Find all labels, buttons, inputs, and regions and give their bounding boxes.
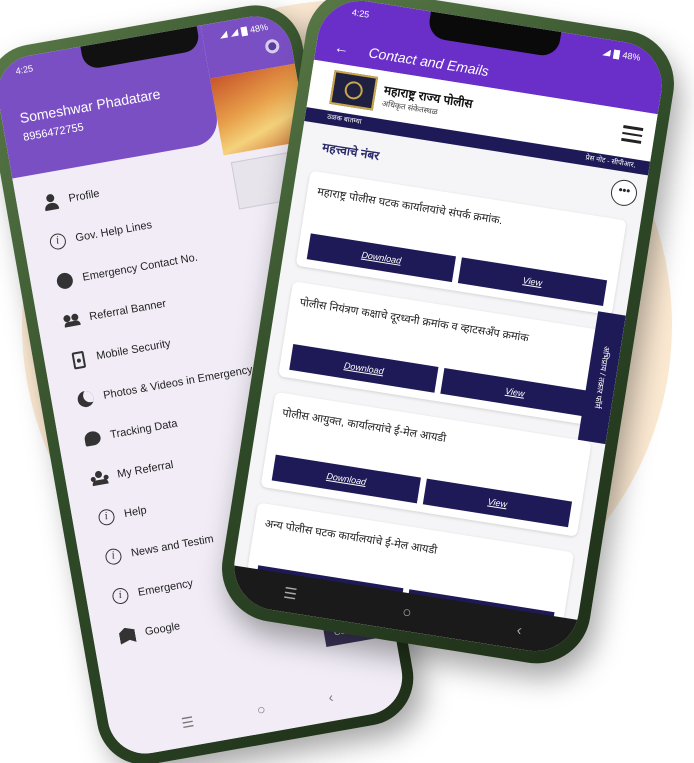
moon-icon [74,387,97,410]
referral-icon [88,466,111,489]
home-button[interactable]: ○ [401,603,413,621]
map-icon [116,624,139,647]
people-icon [60,309,83,332]
battery-level: 48% [249,21,269,35]
battery-icon [240,25,248,36]
back-button[interactable]: ‹ [327,689,334,706]
police-emblem-logo [329,70,379,111]
menu-item-label: Profile [67,187,101,205]
signal-icon-2 [230,29,239,37]
menu-item-label: Google [144,620,182,639]
recents-button[interactable]: ☰ [282,584,298,604]
signal-icon [602,48,611,56]
ticker-label: ठळक बातम्या [326,113,362,126]
battery-level: 48% [621,50,642,63]
disc-icon [53,269,76,292]
menu-item-label: Emergency [137,577,194,599]
user-icon [39,191,62,214]
info-icon: i [102,545,125,568]
menu-item-label: My Referral [116,458,175,481]
menu-item-label: Referral Banner [88,297,168,324]
back-button[interactable]: ‹ [516,621,524,639]
signal-icon [219,30,228,38]
info-icon: i [109,584,132,607]
menu-item-label: Gov. Help Lines [74,219,153,245]
menu-item-label: Tracking Data [109,417,179,442]
home-button[interactable]: ○ [256,701,267,718]
hamburger-menu-icon[interactable] [621,125,644,144]
more-options-button[interactable]: ••• [609,178,639,208]
info-icon: i [95,506,118,529]
section-title: महत्त्वाचे नंबर [321,140,381,164]
menu-item-label: Mobile Security [95,337,172,363]
status-time: 4:25 [14,63,34,77]
recents-button[interactable]: ☰ [180,713,195,732]
chat-icon [81,427,104,450]
menu-item-label: News and Testim [130,533,215,560]
info-icon: i [46,230,69,253]
phone-security-icon [67,348,90,371]
menu-item-label: Emergency Contact No. [81,251,199,284]
status-time: 4:25 [351,7,371,20]
menu-item-label: Help [123,504,148,521]
battery-icon [612,49,621,59]
back-arrow-icon[interactable]: ← [333,38,350,57]
